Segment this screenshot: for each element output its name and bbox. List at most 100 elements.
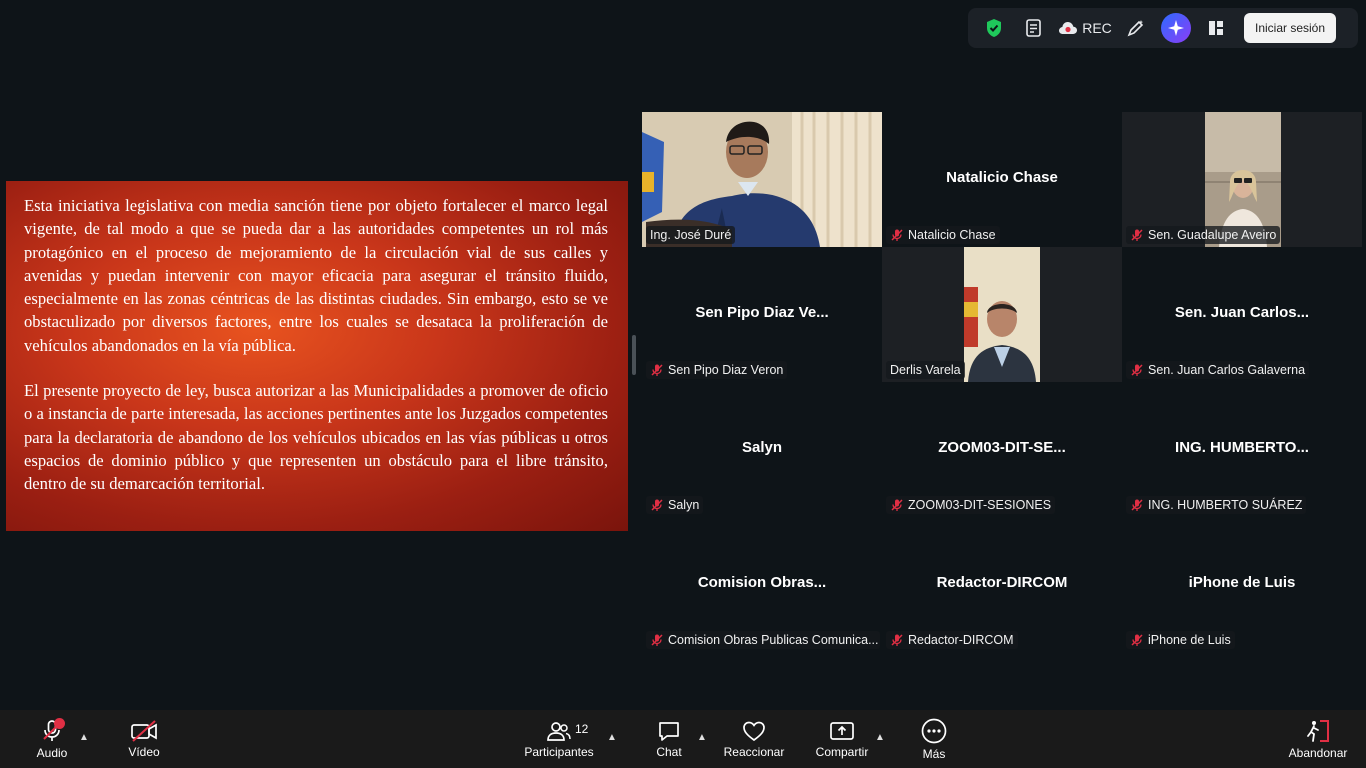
participant-name-label: Salyn	[646, 496, 704, 514]
muted-microphone-icon	[1131, 499, 1143, 511]
participant-name-label: Sen. Guadalupe Aveiro	[1126, 226, 1281, 244]
slide-paragraph-2: El presente proyecto de ley, busca autor…	[24, 381, 608, 494]
participant-name: iPhone de Luis	[1148, 633, 1231, 647]
participant-tile[interactable]: ING. HUMBERTO... ING. HUMBERTO SUÁREZ	[1122, 382, 1362, 517]
participants-label: Participantes	[524, 744, 594, 759]
leave-door-icon	[1307, 719, 1329, 742]
participant-name-label: Derlis Varela	[886, 361, 965, 379]
participant-name: Sen Pipo Diaz Veron	[668, 363, 784, 377]
participant-tile[interactable]: Natalicio Chase Natalicio Chase	[882, 112, 1122, 247]
video-button[interactable]: Vídeo	[122, 710, 166, 768]
notes-icon[interactable]	[1014, 12, 1054, 44]
more-label: Más	[922, 746, 946, 761]
participant-tile[interactable]: Comision Obras... Comision Obras Publica…	[642, 517, 882, 652]
participant-name: Salyn	[668, 498, 700, 512]
participant-title: Natalicio Chase	[946, 169, 1058, 186]
leave-button[interactable]: Abandonar	[1284, 710, 1352, 768]
muted-microphone-icon	[1131, 634, 1143, 646]
record-button[interactable]: REC	[1054, 12, 1116, 44]
audio-label: Audio	[36, 745, 68, 760]
video-off-icon	[131, 719, 157, 742]
participant-tile[interactable]: Sen Pipo Diaz Ve... Sen Pipo Diaz Veron	[642, 247, 882, 382]
annotate-icon[interactable]	[1116, 12, 1156, 44]
participant-name: Natalicio Chase	[908, 228, 996, 242]
share-screen-icon	[830, 721, 854, 740]
split-resize-handle[interactable]	[632, 335, 636, 375]
muted-microphone-icon	[651, 634, 663, 646]
leave-label: Abandonar	[1288, 745, 1348, 760]
more-options-icon	[921, 718, 947, 743]
participant-name: Redactor-DIRCOM	[908, 633, 1014, 647]
muted-microphone-icon	[651, 499, 663, 511]
cloud-record-icon	[1059, 22, 1078, 34]
participant-tile[interactable]: ZOOM03-DIT-SE... ZOOM03-DIT-SESIONES	[882, 382, 1122, 517]
audio-options-chevron-up-icon[interactable]: ▲	[79, 732, 89, 743]
participant-gallery: Ing. José Duré Natalicio Chase Natalicio…	[642, 112, 1364, 652]
meeting-controls-bar: Audio ▲ Vídeo Participantes 12 ▲ Chat ▲ …	[0, 710, 1366, 768]
participant-title: Sen. Juan Carlos...	[1174, 304, 1310, 321]
participant-name: Sen. Guadalupe Aveiro	[1148, 228, 1277, 242]
participant-tile[interactable]: Sen. Guadalupe Aveiro	[1122, 112, 1362, 247]
participants-options-chevron-up-icon[interactable]: ▲	[607, 732, 617, 743]
react-button[interactable]: Reaccionar	[722, 710, 786, 768]
chat-options-chevron-up-icon[interactable]: ▲	[697, 732, 707, 743]
chat-label: Chat	[656, 744, 682, 759]
participant-title: Comision Obras...	[697, 574, 827, 591]
participant-name: ING. HUMBERTO SUÁREZ	[1148, 498, 1303, 512]
participant-title: iPhone de Luis	[1188, 574, 1296, 591]
meeting-stage: REC Iniciar sesión Esta iniciativa legis…	[0, 0, 1366, 710]
participant-name-label: ZOOM03-DIT-SESIONES	[886, 496, 1056, 514]
participant-name-label: Redactor-DIRCOM	[886, 631, 1018, 649]
participant-title: Sen Pipo Diaz Ve...	[695, 304, 829, 321]
audio-alert-badge	[54, 718, 65, 729]
ai-companion-icon[interactable]	[1161, 13, 1191, 43]
participant-name-label: Comision Obras Publicas Comunica...	[646, 631, 880, 649]
top-toolbar: REC Iniciar sesión	[968, 8, 1358, 48]
slide-paragraph-1: Esta iniciativa legislativa con media sa…	[24, 196, 608, 355]
participant-tile[interactable]: Derlis Varela	[882, 247, 1122, 382]
chat-bubble-icon	[659, 721, 679, 741]
participant-title: Salyn	[741, 439, 783, 456]
participant-tile[interactable]: iPhone de Luis iPhone de Luis	[1122, 517, 1362, 652]
shield-check-icon[interactable]	[974, 12, 1014, 44]
participant-name: Comision Obras Publicas Comunica...	[668, 633, 879, 647]
participant-name-label: Sen. Juan Carlos Galaverna	[1126, 361, 1310, 379]
participant-name-label: ING. HUMBERTO SUÁREZ	[1126, 496, 1307, 514]
participant-tile[interactable]: Sen. Juan Carlos... Sen. Juan Carlos Gal…	[1122, 247, 1362, 382]
muted-microphone-icon	[891, 499, 903, 511]
video-label: Vídeo	[128, 744, 160, 759]
participant-title: ZOOM03-DIT-SE...	[938, 439, 1066, 456]
share-label: Compartir	[815, 744, 869, 759]
layout-icon[interactable]	[1196, 12, 1236, 44]
participant-video	[964, 247, 1040, 382]
participant-tile[interactable]: Redactor-DIRCOM Redactor-DIRCOM	[882, 517, 1122, 652]
participant-name-label: iPhone de Luis	[1126, 631, 1235, 649]
audio-button[interactable]: Audio	[30, 710, 74, 768]
participant-title: Redactor-DIRCOM	[936, 574, 1068, 591]
participants-count: 12	[575, 722, 589, 736]
participant-name-label: Sen Pipo Diaz Veron	[646, 361, 788, 379]
muted-microphone-icon	[891, 229, 903, 241]
chat-button[interactable]: Chat	[647, 710, 691, 768]
participant-name-label: Ing. José Duré	[646, 226, 736, 244]
signin-button[interactable]: Iniciar sesión	[1244, 13, 1337, 43]
react-label: Reaccionar	[723, 744, 785, 759]
participant-name: Sen. Juan Carlos Galaverna	[1148, 363, 1306, 377]
participant-name: Derlis Varela	[890, 363, 961, 377]
shared-screen-slide: Esta iniciativa legislativa con media sa…	[6, 181, 628, 531]
muted-microphone-icon	[1131, 229, 1143, 241]
participant-tile[interactable]: Ing. José Duré	[642, 112, 882, 247]
participant-name: Ing. José Duré	[650, 228, 732, 242]
share-button[interactable]: Compartir	[812, 710, 872, 768]
participant-title: ING. HUMBERTO...	[1175, 439, 1309, 456]
share-options-chevron-up-icon[interactable]: ▲	[875, 732, 885, 743]
participant-name: ZOOM03-DIT-SESIONES	[908, 498, 1052, 512]
participants-icon	[547, 721, 571, 741]
muted-microphone-icon	[651, 364, 663, 376]
participant-name-label: Natalicio Chase	[886, 226, 1000, 244]
more-button[interactable]: Más	[912, 710, 956, 768]
muted-microphone-icon	[1131, 364, 1143, 376]
participant-tile[interactable]: Salyn Salyn	[642, 382, 882, 517]
participants-button[interactable]: Participantes	[520, 710, 598, 768]
heart-icon	[743, 721, 765, 741]
